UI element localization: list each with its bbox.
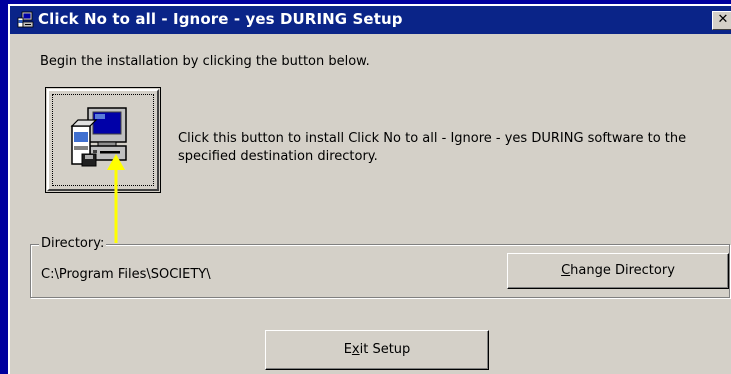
exit-setup-label-end: it Setup [359,342,411,357]
directory-path: C:\Program Files\SOCIETY\ [41,267,211,282]
close-button[interactable]: ✕ [712,11,731,30]
setup-dialog: Click No to all - Ignore - yes DURING Se… [8,4,731,374]
install-button[interactable] [45,87,161,193]
close-icon: ✕ [717,12,729,27]
install-description: Click this button to install Click No to… [178,131,687,164]
title-bar[interactable]: Click No to all - Ignore - yes DURING Se… [10,6,731,34]
change-directory-accel: C [561,263,571,278]
change-directory-button[interactable]: Change Directory [507,253,729,289]
intro-text: Begin the installation by clicking the b… [40,54,370,69]
exit-setup-button[interactable]: Exit Setup [265,330,489,370]
exit-setup-accel: x [351,342,360,357]
directory-group: Directory: C:\Program Files\SOCIETY\ Cha… [30,236,730,298]
change-directory-label: hange Directory [570,263,675,278]
computer-install-icon [70,107,127,167]
window-title: Click No to all - Ignore - yes DURING Se… [38,10,403,28]
desktop-background: Click No to all - Ignore - yes DURING Se… [0,0,731,374]
setup-app-icon [17,11,34,28]
directory-label: Directory: [39,236,107,251]
exit-setup-label-start: E [343,342,352,357]
